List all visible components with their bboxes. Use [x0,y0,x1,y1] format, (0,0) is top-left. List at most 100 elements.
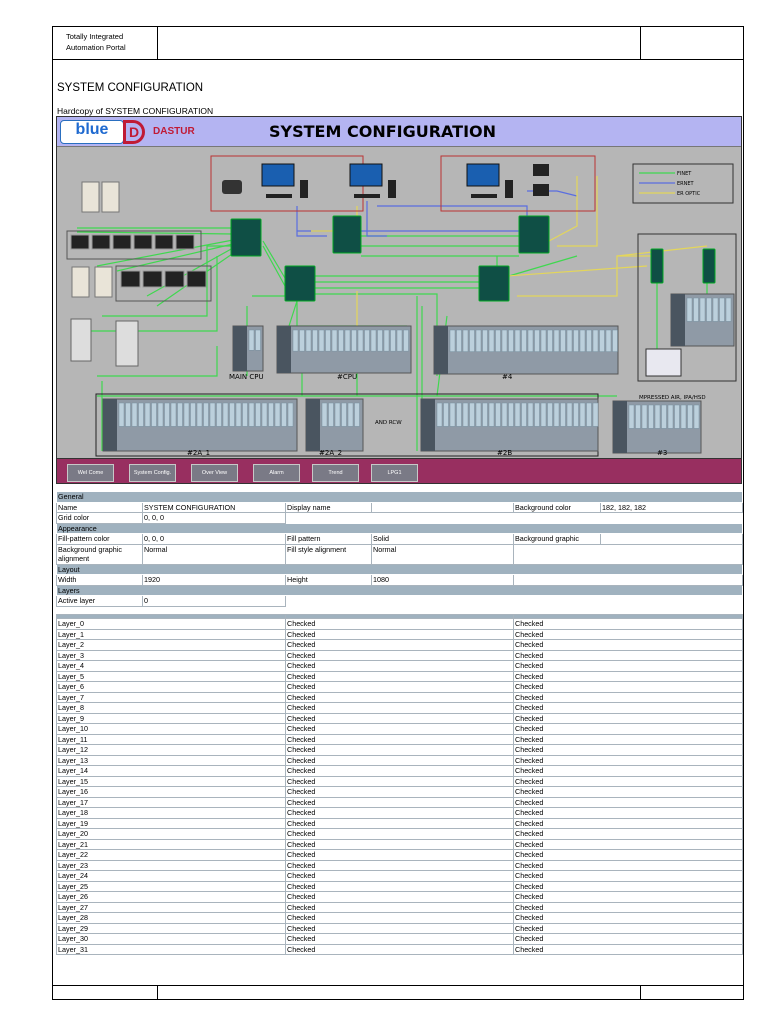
io-card [635,404,641,429]
io-card [560,402,566,427]
layer-name: Layer_20 [56,828,286,840]
io-card [547,402,553,427]
io-card [699,297,706,322]
io-card [482,329,488,352]
io-card [390,329,396,352]
layer-row: Layer_11 Checked Checked [56,733,743,745]
nav-button-overview[interactable]: Over View [191,464,238,482]
io-card [456,329,462,352]
diagram-label: ERNET [677,181,695,187]
io-card [328,402,334,427]
layer-state: Checked [285,744,514,756]
layer-state: Checked [513,891,743,903]
profinet-link [76,231,234,235]
io-card [527,329,534,352]
nav-button-lpg1[interactable]: LPG1 [371,464,418,482]
io-card [449,402,456,427]
io-card [540,329,547,352]
network-switch [478,265,510,302]
io-card [248,329,255,351]
layer-state: Checked [285,702,514,714]
io-card [331,329,338,352]
io-card [321,402,328,427]
profinet-link [262,245,286,287]
io-card [469,402,475,427]
nav-button-trend[interactable]: Trend [312,464,359,482]
nav-button-system-config[interactable]: System Config. [129,464,176,482]
plc-cpu-module [306,399,320,451]
layer-state: Checked [285,933,514,945]
io-card [209,402,216,427]
io-card [560,329,566,352]
layer-name: Layer_12 [56,744,286,756]
layer-state: Checked [285,880,514,892]
layer-state: Checked [513,670,743,682]
prop-value [371,501,514,513]
io-card [534,329,540,352]
layer-row: Layer_23 Checked Checked [56,859,743,871]
io-card [667,404,674,429]
layer-row: Layer_20 Checked Checked [56,828,743,840]
io-module [142,270,163,288]
prop-label: Background graphic [513,533,601,545]
io-card [566,402,573,427]
layer-state: Checked [285,670,514,682]
io-card [370,329,377,352]
layer-row: Layer_22 Checked Checked [56,849,743,861]
io-card [462,329,469,352]
layer-state: Checked [513,712,743,724]
io-card [475,402,482,427]
screen-hardcopy: blue D DASTUR SYSTEM CONFIGURATION MAIN … [56,116,742,484]
layer-state: Checked [285,754,514,766]
layer-state: Checked [513,723,743,735]
layer-state: Checked [513,639,743,651]
plc-cpu-module [434,326,448,374]
io-card [706,297,712,322]
layer-state: Checked [513,807,743,819]
layer-state: Checked [513,628,743,640]
io-card [305,329,312,352]
server-icon [533,164,549,176]
io-card [255,329,261,351]
io-card [403,329,409,352]
io-card [648,404,654,429]
network-switch [518,215,550,254]
io-card [462,402,469,427]
prop-value: SYSTEM CONFIGURATION [142,501,286,513]
pc-tower-icon [388,180,396,198]
network-diagram: MAIN CPU #CPU #4 #2A_1 #2A_2 #2B #3 MPRESSED AI… [66,155,737,457]
layer-state: Checked [285,691,514,703]
blue-automation-logo: blue [60,120,124,144]
layer-state: Checked [285,786,514,798]
io-card [725,297,732,322]
nav-button-welcome[interactable]: Wel Come [67,464,114,482]
keyboard-icon [471,194,497,198]
plc-cpu-module [421,399,435,451]
layer-name: Layer_19 [56,817,286,829]
layer-state: Checked [285,639,514,651]
layer-row: Layer_13 Checked Checked [56,754,743,766]
layer-name: Layer_13 [56,754,286,766]
layer-row: Layer_8 Checked Checked [56,702,743,714]
io-card [469,329,475,352]
io-card [268,402,274,427]
diagram-label: #2A_2 [319,449,342,457]
nav-button-alarm[interactable]: Alarm [253,464,300,482]
prop-value: 182, 182, 182 [599,501,744,513]
server-icon [533,184,549,196]
io-card [203,402,209,427]
io-card [196,402,203,427]
io-card [364,329,370,352]
io-card [383,329,390,352]
screen-header: blue D DASTUR SYSTEM CONFIGURATION [57,117,741,147]
io-card [449,329,456,352]
drive-cabinet [81,181,100,213]
io-card [514,329,521,352]
layer-row: Layer_17 Checked Checked [56,796,743,808]
layer-state: Checked [513,691,743,703]
hardcopy-title: Hardcopy of SYSTEM CONFIGURATION [57,106,214,116]
monitor-icon [349,163,383,187]
layer-name: Layer_11 [56,733,286,745]
io-card [680,404,687,429]
layer-state: Checked [285,807,514,819]
